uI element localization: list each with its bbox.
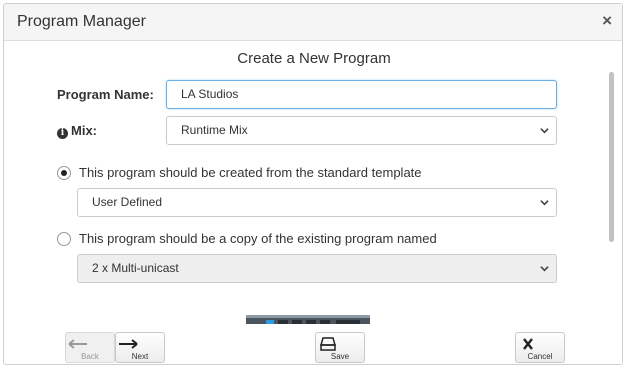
radio-selected-dot [61,170,67,176]
content-scrollbar[interactable] [609,72,614,242]
dialog-title: Program Manager [17,13,146,30]
program-name-label: Program Name: [57,87,154,102]
template-radio-label[interactable]: This program should be created from the … [79,165,422,180]
info-circle-icon[interactable]: i [57,128,68,139]
back-button[interactable]: Back [65,332,115,363]
template-select-value: User Defined [92,195,163,209]
save-button[interactable]: Save [315,332,365,363]
next-button[interactable]: Next [115,332,165,363]
drive-icon [320,337,336,351]
dialog-footer: Back Next Save Cancel [4,324,622,364]
copy-radio-label[interactable]: This program should be a copy of the exi… [79,231,437,246]
mix-select[interactable]: Runtime Mix [166,116,557,145]
back-button-label: Back [81,352,99,361]
template-radio[interactable] [57,166,71,180]
cancel-button[interactable]: Cancel [515,332,565,363]
chevron-down-icon [540,266,549,272]
x-icon [523,338,533,350]
cancel-button-label: Cancel [527,352,553,361]
copy-program-select[interactable]: 2 x Multi-unicast [77,254,557,283]
next-button-label: Next [131,352,149,361]
copy-program-select-value: 2 x Multi-unicast [92,261,179,275]
form-heading: Create a New Program [237,50,391,67]
program-name-input[interactable]: LA Studios [166,80,557,109]
arrow-left-icon [68,339,87,349]
save-button-label: Save [330,352,350,361]
chevron-down-icon [540,128,549,134]
mix-label: i Mix: [57,123,97,139]
chevron-down-icon [540,200,549,206]
dialog-titlebar: Program Manager × [4,4,622,41]
copy-radio[interactable] [57,232,71,246]
close-icon[interactable]: × [602,11,612,31]
mix-select-value: Runtime Mix [181,123,248,137]
mix-label-text: Mix: [71,123,97,138]
arrow-right-icon [119,339,138,349]
template-select[interactable]: User Defined [77,188,557,217]
program-manager-dialog: Program Manager × Create a New Program P… [3,3,623,365]
